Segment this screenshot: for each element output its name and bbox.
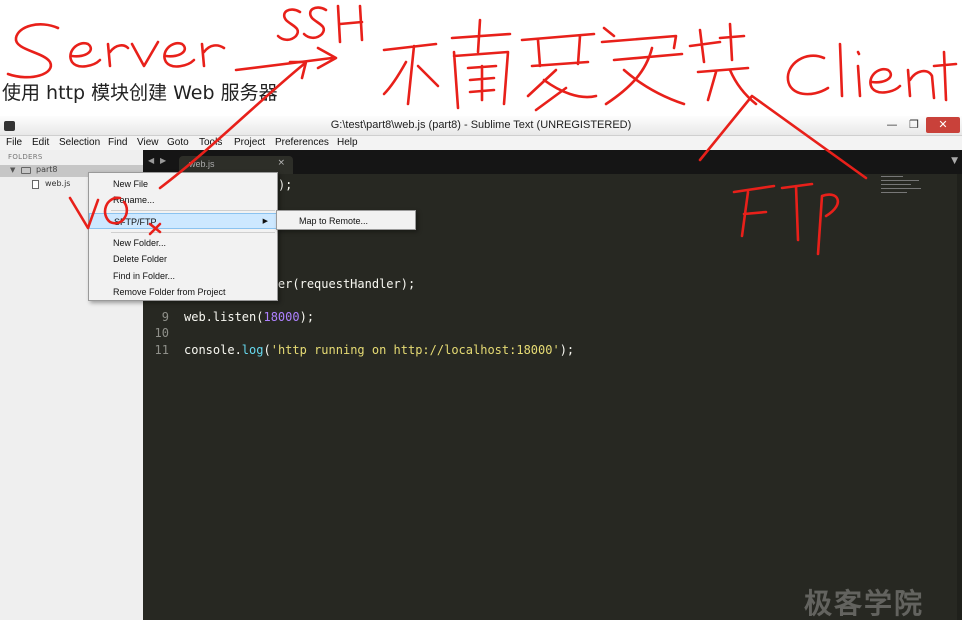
code-line: web.listen(18000); [184,310,315,324]
menu-separator [111,210,275,211]
annotation-client [786,42,958,102]
chevron-down-icon: ▼ [10,166,16,174]
tab-scroll-right-icon[interactable]: ▶ [160,156,166,165]
menu-item-new-file[interactable]: New File [89,176,277,192]
title-bar: G:\test\part8\web.js (part8) - Sublime T… [0,116,962,136]
annotation-ssh [276,4,364,44]
file-icon [32,180,39,189]
menu-bar: File Edit Selection Find View Goto Tools… [0,136,962,150]
close-button[interactable]: ✕ [926,117,960,133]
menu-item-remove-folder[interactable]: Remove Folder from Project [89,284,277,300]
menu-goto[interactable]: Goto [167,137,189,148]
menu-item-label: SFTP/FTP [114,217,157,227]
menu-view[interactable]: View [137,137,159,148]
menu-item-sftp-ftp[interactable]: SFTP/FTP ▶ [89,213,277,229]
menu-find[interactable]: Find [108,137,127,148]
menu-file[interactable]: File [6,137,22,148]
tab-scroll-left-icon[interactable]: ◀ [148,156,154,165]
line-number: 11 [154,343,169,357]
sftp-submenu: Map to Remote... [276,210,416,230]
menu-item-map-to-remote[interactable]: Map to Remote... [277,213,415,229]
folder-label: part8 [36,165,58,174]
menu-separator [111,232,275,233]
menu-project[interactable]: Project [234,137,265,148]
menu-item-delete-folder[interactable]: Delete Folder [89,251,277,267]
slide-title: 使用 http 模块创建 Web 服务器 [2,82,278,104]
window-title: G:\test\part8\web.js (part8) - Sublime T… [330,119,632,131]
annotation-arrow [234,46,338,72]
menu-selection[interactable]: Selection [59,137,100,148]
minimize-button[interactable]: — [882,117,902,133]
tab-dropdown-icon[interactable]: ▼ [951,156,958,166]
context-menu: New File Rename... SFTP/FTP ▶ New Folder… [88,172,278,301]
submenu-arrow-icon: ▶ [262,218,268,225]
line-number: 9 [161,310,169,324]
tab-bar: ◀ ▶ web.js × ▼ [143,150,962,174]
menu-item-rename[interactable]: Rename... [89,192,277,208]
menu-tools[interactable]: Tools [199,137,222,148]
watermark-logo: 极客学院 [804,587,925,620]
menu-edit[interactable]: Edit [32,137,49,148]
maximize-button[interactable]: ❐ [904,117,924,133]
tab-label: web.js [189,159,215,169]
annotation-server [6,23,226,79]
line-number: 10 [154,326,169,340]
folders-header: FOLDERS [8,153,43,161]
menu-preferences[interactable]: Preferences [275,137,329,148]
vertical-scrollbar[interactable] [957,174,962,620]
minimap[interactable] [881,176,941,200]
menu-item-find-in-folder[interactable]: Find in Folder... [89,268,277,284]
file-label: web.js [45,179,71,188]
folder-icon [21,167,31,174]
tab-close-icon[interactable]: × [277,158,285,168]
menu-item-new-folder[interactable]: New Folder... [89,235,277,251]
menu-help[interactable]: Help [337,137,358,148]
annotation-no-install [382,18,758,112]
code-line: console.log('http running on http://loca… [184,343,575,357]
